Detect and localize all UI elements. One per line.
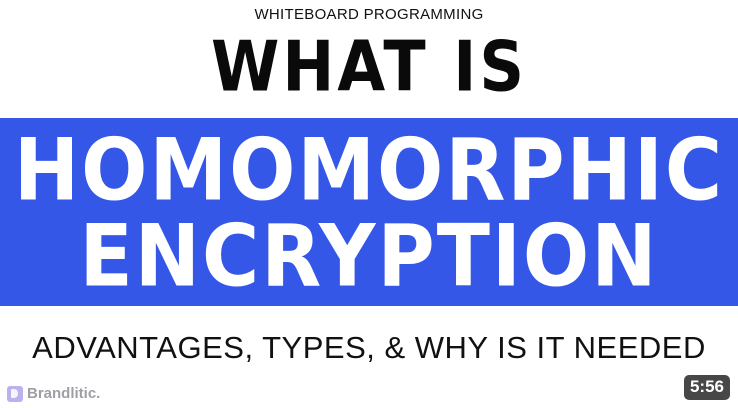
headline-band: HOMOMORPHIC ENCRYPTION <box>0 118 738 306</box>
video-thumbnail[interactable]: WHITEBOARD PROGRAMMING WHAT IS HOMOMORPH… <box>0 0 738 408</box>
duration-badge: 5:56 <box>683 375 730 400</box>
subtitle: ADVANTAGES, TYPES, & WHY IS IT NEEDED <box>32 330 706 365</box>
headline-band-line-1: HOMOMORPHIC <box>13 121 725 221</box>
brand-watermark: Brandlitic. <box>7 385 100 402</box>
headline-band-line-2: ENCRYPTION <box>79 207 659 307</box>
brandlitic-logo-icon <box>7 385 23 402</box>
channel-tag: WHITEBOARD PROGRAMMING <box>254 6 484 23</box>
headline-top: WHAT IS <box>210 25 528 108</box>
brand-name: Brandlitic. <box>27 385 101 402</box>
